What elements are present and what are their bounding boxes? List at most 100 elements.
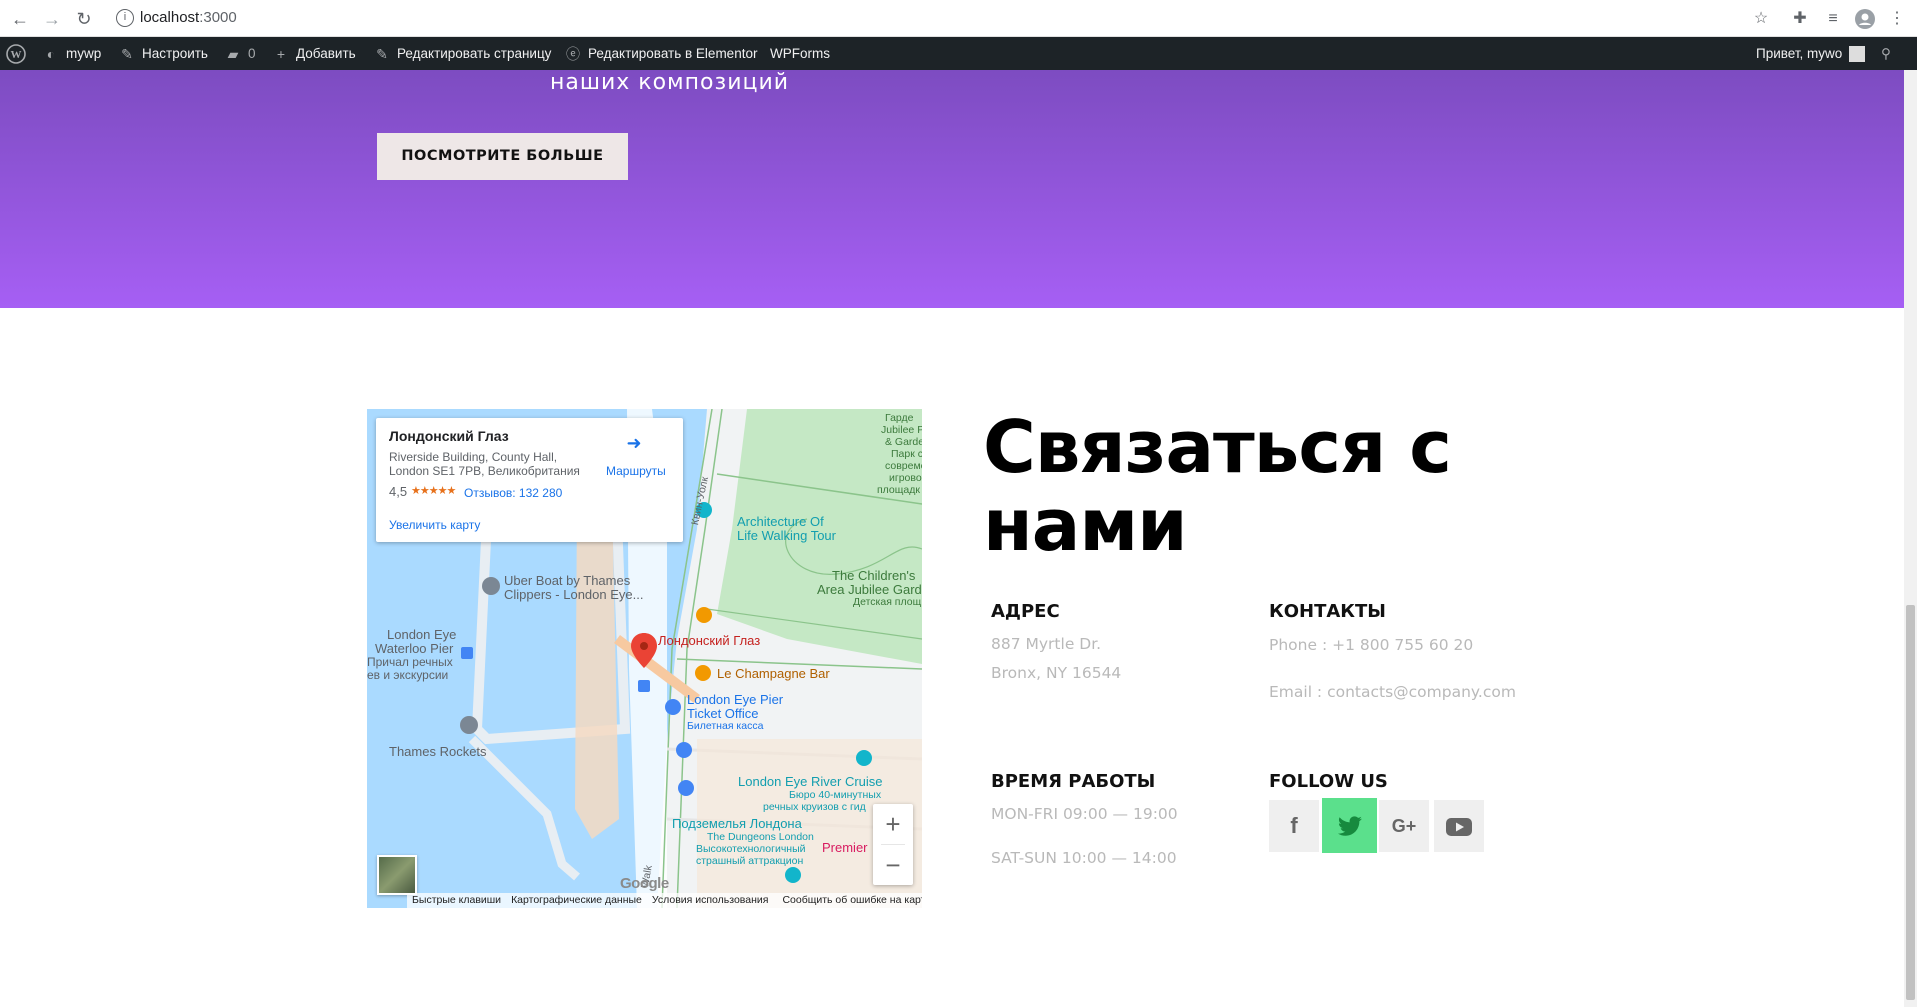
brush-icon: ✎ — [121, 46, 133, 63]
hero-subtitle: наших композиций — [550, 70, 790, 95]
map-label-ticket-1: London Eye Pier — [687, 692, 784, 707]
map-label-champagne: Le Champagne Bar — [717, 666, 830, 681]
page-scrollbar[interactable] — [1904, 70, 1917, 1007]
rating-stars-icon: ★★★★★ — [411, 485, 456, 497]
dashboard-icon: ◐ — [46, 46, 56, 63]
wp-add-new[interactable]: + Добавить — [272, 37, 356, 70]
wp-wpforms[interactable]: WPForms — [770, 37, 830, 70]
avatar — [1849, 46, 1866, 63]
zoom-controls: + − — [873, 804, 913, 885]
google-map[interactable]: Лондонский Глаз Uber Boat by Thames Clip… — [367, 409, 922, 908]
map-label-dungeons-2: Высокотехнологичный — [696, 843, 806, 855]
extensions-icon[interactable]: ✚ — [1788, 7, 1812, 31]
map-card-title: Лондонский Глаз — [389, 428, 509, 444]
wp-admin-bar: W ◐ mywp ✎ Настроить ▰ 0 + Добавить ✎ Редакти… — [0, 37, 1917, 70]
see-more-button[interactable]: ПОСМОТРИТЕ БОЛЬШЕ — [377, 133, 628, 180]
comments-count: 0 — [248, 46, 256, 61]
address-heading: АДРЕС — [991, 601, 1060, 622]
wp-my-account[interactable]: Привет, mywo — [1756, 37, 1866, 70]
plus-icon: + — [276, 46, 286, 63]
back-icon[interactable]: ← — [8, 7, 32, 31]
hero-section: наших композиций ПОСМОТРИТЕ БОЛЬШЕ — [0, 70, 1904, 308]
contact-phone: Phone : +1 800 755 60 20 — [1269, 636, 1474, 654]
url-port: :3000 — [199, 9, 237, 26]
google-plus-icon[interactable]: G+ — [1379, 800, 1429, 852]
svg-text:W: W — [11, 49, 22, 61]
map-label-cruise-ru-2: речных круизов с гид — [763, 801, 866, 813]
map-label-park-2: совреме — [885, 460, 922, 472]
comment-icon: ▰ — [227, 46, 239, 63]
wp-customize[interactable]: ✎ Настроить — [118, 37, 208, 70]
map-label-dungeons-1: The Dungeons London — [707, 831, 814, 843]
map-card-address: Riverside Building, County Hall, London … — [389, 450, 580, 478]
map-card-rating: 4,5 — [389, 484, 408, 499]
directions-icon[interactable]: ➜ — [624, 433, 644, 453]
hours-weekend: SAT-SUN 10:00 — 14:00 — [991, 849, 1177, 867]
map-label-marker: Лондонский Глаз — [658, 633, 761, 648]
map-label-thames-rockets: Thames Rockets — [389, 744, 487, 759]
directions-link[interactable]: Маршруты — [606, 464, 666, 478]
map-data-link[interactable]: Картографические данные — [506, 893, 647, 908]
hours-heading: ВРЕМЯ РАБОТЫ — [991, 771, 1156, 792]
reading-list-icon[interactable]: ≡ — [1821, 7, 1845, 31]
contact-email: Email : contacts@company.com — [1269, 683, 1516, 701]
chrome-menu-icon[interactable]: ⋮ — [1885, 7, 1909, 31]
map-label-pier-2: Waterloo Pier — [375, 641, 454, 656]
elementor-icon: ⓔ — [566, 46, 580, 63]
greeting-label: Привет, mywo — [1756, 46, 1843, 61]
wp-edit-elementor[interactable]: ⓔ Редактировать в Elementor — [564, 37, 757, 70]
map-label-dungeons-ru: Подземелья Лондона — [672, 816, 802, 831]
address-line-1: 887 Myrtle Dr. — [991, 635, 1102, 653]
zoom-in-button[interactable]: + — [873, 804, 913, 844]
site-info-icon[interactable]: i — [116, 9, 134, 27]
map-label-ticket-ru: Билетная касса — [687, 720, 764, 732]
add-new-label: Добавить — [296, 46, 356, 61]
contact-title: Связаться с нами — [983, 405, 1452, 567]
report-error-link[interactable]: Сообщить об ошибке на карте — [773, 893, 922, 908]
wp-edit-page[interactable]: ✎ Редактировать страницу — [373, 37, 551, 70]
map-label-jubilee-3: & Garde — [885, 436, 922, 448]
map-label-ticket-2: Ticket Office — [687, 706, 759, 721]
twitter-icon[interactable] — [1322, 798, 1377, 853]
wordpress-logo-icon[interactable]: W — [6, 37, 26, 70]
map-label-childrens-ru: Детская площ — [853, 596, 922, 608]
map-label-park-4: площадк — [877, 484, 920, 496]
facebook-icon[interactable]: f — [1269, 800, 1319, 852]
follow-heading: FOLLOW US — [1269, 771, 1388, 792]
wp-search-icon[interactable]: ⚲ — [1881, 37, 1891, 70]
map-info-card: Лондонский Глаз Riverside Building, Coun… — [376, 418, 683, 542]
edit-elementor-label: Редактировать в Elementor — [588, 46, 758, 61]
wpforms-label: WPForms — [770, 46, 830, 61]
wp-site-name[interactable]: ◐ mywp — [42, 37, 102, 70]
address-line-2: Bronx, NY 16544 — [991, 664, 1122, 682]
map-label-jubilee-2: Jubilee P — [881, 424, 922, 436]
map-label-premier: Premier — [822, 840, 868, 855]
map-label-cruise-ru-1: Бюро 40-минутных — [789, 789, 882, 801]
edit-page-label: Редактировать страницу — [397, 46, 552, 61]
browser-toolbar: ← → ↻ i localhost:3000 ☆ ✚ ≡ ⋮ — [0, 0, 1917, 37]
map-label-dungeons-3: страшный аттракцион — [696, 855, 804, 867]
bookmark-star-icon[interactable]: ☆ — [1749, 7, 1773, 31]
address-bar[interactable]: localhost:3000 — [140, 9, 237, 26]
keyboard-shortcuts-link[interactable]: Быстрые клавиши — [407, 893, 506, 908]
map-label-childrens-2: Area Jubilee Gard — [817, 582, 922, 597]
wp-comments[interactable]: ▰ 0 — [224, 37, 256, 70]
map-label-childrens-1: The Children's — [832, 568, 916, 583]
map-label-jubilee-1: Гарде — [885, 412, 914, 424]
map-label-architecture-2: Life Walking Tour — [737, 528, 836, 543]
zoom-out-button[interactable]: − — [873, 845, 913, 885]
satellite-toggle[interactable] — [377, 855, 417, 895]
forward-icon[interactable]: → — [40, 7, 64, 31]
scrollbar-thumb[interactable] — [1906, 605, 1915, 1000]
map-card-reviews-link[interactable]: Отзывов: 132 280 — [464, 486, 562, 500]
terms-link[interactable]: Условия использования — [647, 893, 774, 908]
youtube-icon[interactable] — [1434, 800, 1484, 852]
pencil-icon: ✎ — [376, 46, 388, 63]
profile-icon[interactable] — [1853, 7, 1877, 31]
map-footer: Быстрые клавиши Картографические данные Ус… — [407, 893, 922, 908]
reload-icon[interactable]: ↻ — [72, 7, 96, 31]
map-label-pier-ru-2: ев и экскурсии — [367, 668, 449, 682]
map-label-pier-1: London Eye — [387, 627, 457, 642]
hours-weekday: MON-FRI 09:00 — 19:00 — [991, 805, 1178, 823]
enlarge-map-link[interactable]: Увеличить карту — [389, 518, 480, 532]
